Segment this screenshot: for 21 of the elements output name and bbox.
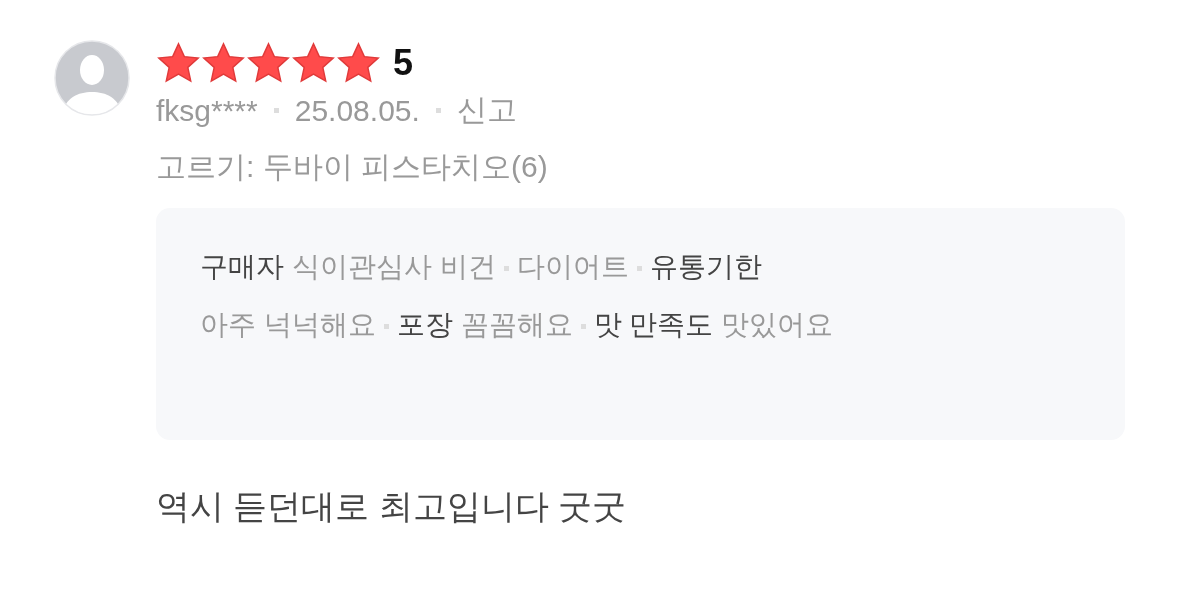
review-date: 25.08.05. [294, 93, 420, 128]
star-icon [291, 42, 336, 84]
attribute-value: 식이관심사 비건 [291, 251, 496, 282]
attribute-value: 다이어트 [516, 251, 629, 282]
review-text: 역시 듣던대로 최고입니다 굿굿 [156, 486, 628, 527]
star-icon [246, 42, 291, 84]
attribute-value: 맛있어요 [721, 309, 834, 340]
star-icon [201, 42, 246, 84]
attribute-label: 구매자 [200, 251, 284, 282]
attribute-value: 꼼꼼해요 [460, 309, 573, 340]
attribute-label: 맛 만족도 [593, 309, 714, 340]
report-link[interactable]: 신고 [456, 90, 517, 131]
option-text: 고르기: 두바이 피스타치오(6) [156, 149, 549, 185]
user-name: fksg**** [156, 93, 258, 128]
star-icon [336, 42, 381, 84]
avatar-icon [54, 40, 130, 116]
rating-score: 5 [393, 42, 414, 84]
attribute-value: 아주 넉넉해요 [200, 309, 376, 340]
star-icon [156, 42, 201, 84]
attribute-label: 유통기한 [649, 251, 762, 282]
attribute-label: 포장 [396, 309, 453, 340]
